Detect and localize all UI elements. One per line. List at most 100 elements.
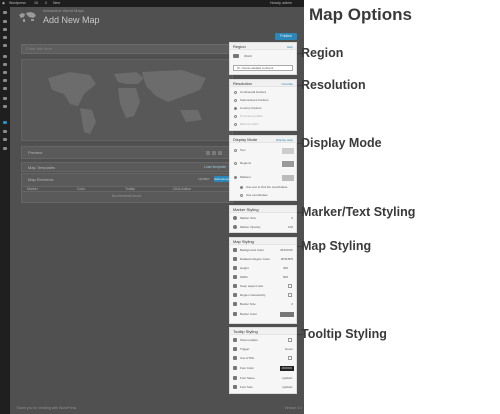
aspect-checkbox[interactable] [288,284,292,288]
admin-bar-account[interactable]: Howdy, admin [270,0,292,7]
label-region: Region [296,46,344,60]
continent-select[interactable]: Or, choose detailed continent [233,65,293,71]
display-mode-panel: Display Mode Display Help Text Regions Ma… [229,135,297,201]
font-name-value[interactable]: <global> [281,376,293,380]
maps-icon[interactable] [3,121,7,124]
override-link[interactable]: Override [281,82,293,86]
dashboard-icon[interactable] [3,11,7,14]
display-option[interactable]: Text [233,147,295,154]
display-option[interactable]: Regions [233,160,295,167]
border-size-row[interactable]: Border Size 0 [233,301,295,307]
radio-icon [234,122,237,126]
width-value[interactable]: 600 [283,275,288,279]
help-link[interactable]: Help [287,45,293,49]
color-value[interactable]: #FFFFFF [280,248,293,252]
resolution-option[interactable]: Country borders [233,105,295,111]
posts-icon[interactable] [3,20,7,23]
tooltip-icon [233,338,237,342]
marker-size-value[interactable]: 6 [291,216,293,220]
admin-footer: Thank you for creating with WordPress. V… [16,406,302,410]
option-label: Font Name [240,376,255,380]
resolution-option[interactable]: Metro borders [233,121,295,127]
load-template-link[interactable]: Load template [204,165,226,169]
option-label: Metro borders [240,122,259,126]
radio-icon [234,161,237,165]
text-mode-thumbnail [282,147,294,154]
use-html-row[interactable]: Use HTML [233,355,295,361]
trigger-row[interactable]: Trigger Hover [233,346,295,352]
color-value[interactable]: #F5F5F5 [281,257,293,261]
font-size-value[interactable]: <global> [281,385,293,389]
resolution-option[interactable]: Subcontinent borders [233,97,295,103]
aspect-icon [233,284,237,288]
appearance-icon[interactable] [3,55,7,58]
interactivity-checkbox[interactable] [288,293,292,297]
pages-icon[interactable] [3,36,7,39]
refresh-icon[interactable] [212,151,216,155]
figure: ◉ Wordpress 15 0 New Howdy, admin Intera… [0,0,500,414]
panel-title: Display Mode [233,137,258,142]
font-name-row[interactable]: Font Name <global> [233,375,295,381]
panel-title: Region [233,44,246,49]
option-label: Marker Opacity [240,225,261,229]
regions-mode-thumbnail [282,160,294,167]
width-row[interactable]: Width 600 [233,274,295,280]
resolution-option[interactable]: Continental borders [233,89,295,95]
option-label: Border Size [240,302,256,306]
plugins-icon[interactable] [3,63,7,66]
admin-bar-updates[interactable]: 0 [45,0,47,7]
extra-icon[interactable] [3,138,7,141]
resolution-option[interactable]: Province borders [233,113,295,119]
update-link[interactable]: Update [198,177,209,181]
display-sub-option[interactable]: Use text to find the coordinates [239,184,301,190]
main-title: Map Options [309,5,412,24]
admin-bar-site[interactable]: Wordpress [9,0,26,7]
dataless-color-row[interactable]: Dataless Region Color #F5F5F5 [233,256,295,262]
use-html-checkbox[interactable] [288,356,292,360]
marker-size-icon [233,216,237,220]
map-title-input[interactable]: Enter title here [21,44,233,54]
border-color-swatch[interactable] [280,311,294,317]
plugin-icon[interactable] [3,130,7,133]
collapse-menu-icon[interactable] [3,147,7,150]
publish-button[interactable]: Publish [275,33,297,40]
markers-mode-thumbnail [282,174,294,181]
height-value[interactable]: 300 [283,266,288,270]
show-tooltips-checkbox[interactable] [288,338,292,342]
wp-logo-icon[interactable]: ◉ [2,0,5,7]
settings-icon[interactable] [3,87,7,90]
users-icon[interactable] [3,71,7,74]
toggle-icon[interactable] [218,151,222,155]
aspect-ratio-row[interactable]: Keep aspect ratio [233,283,295,289]
seo-icon[interactable] [3,97,7,100]
height-row[interactable]: Height 300 [233,265,295,271]
tools-icon[interactable] [3,79,7,82]
font-color-swatch[interactable]: #000000 [280,365,294,371]
marker-opacity-value[interactable]: 100 [288,225,293,229]
option-label: Country borders [240,106,262,110]
media-icon[interactable] [3,28,7,31]
region-current[interactable]: World [233,53,295,59]
display-help-link[interactable]: Display Help [276,138,293,142]
comments-icon[interactable] [3,44,7,47]
forms-icon[interactable] [3,105,7,108]
admin-bar-comments[interactable]: 15 [34,0,38,7]
admin-bar-new[interactable]: New [53,0,60,7]
border-icon [233,302,237,306]
border-color-row[interactable]: Border Color [233,311,295,317]
font-size-row[interactable]: Font Size <global> [233,384,295,390]
interactivity-row[interactable]: Region interactivity [233,292,295,298]
expand-icon[interactable] [206,151,210,155]
display-option[interactable]: Markers [233,174,295,181]
marker-size-row[interactable]: Marker Size 6 [233,215,295,221]
background-color-row[interactable]: Background Color #FFFFFF [233,247,295,253]
display-sub-option[interactable]: Use coordinates [239,192,301,198]
font-color-row[interactable]: Font Color #000000 [233,365,295,371]
paint-brush-icon [233,366,237,370]
border-size-value[interactable]: 0 [291,302,293,306]
resolution-panel: Resolution Override Continental borders S… [229,79,297,131]
marker-opacity-row[interactable]: Marker Opacity 100 [233,224,295,230]
paint-brush-icon [233,257,237,261]
trigger-select[interactable]: Hover [285,347,293,351]
show-tooltips-row[interactable]: Show tooltips [233,337,295,343]
